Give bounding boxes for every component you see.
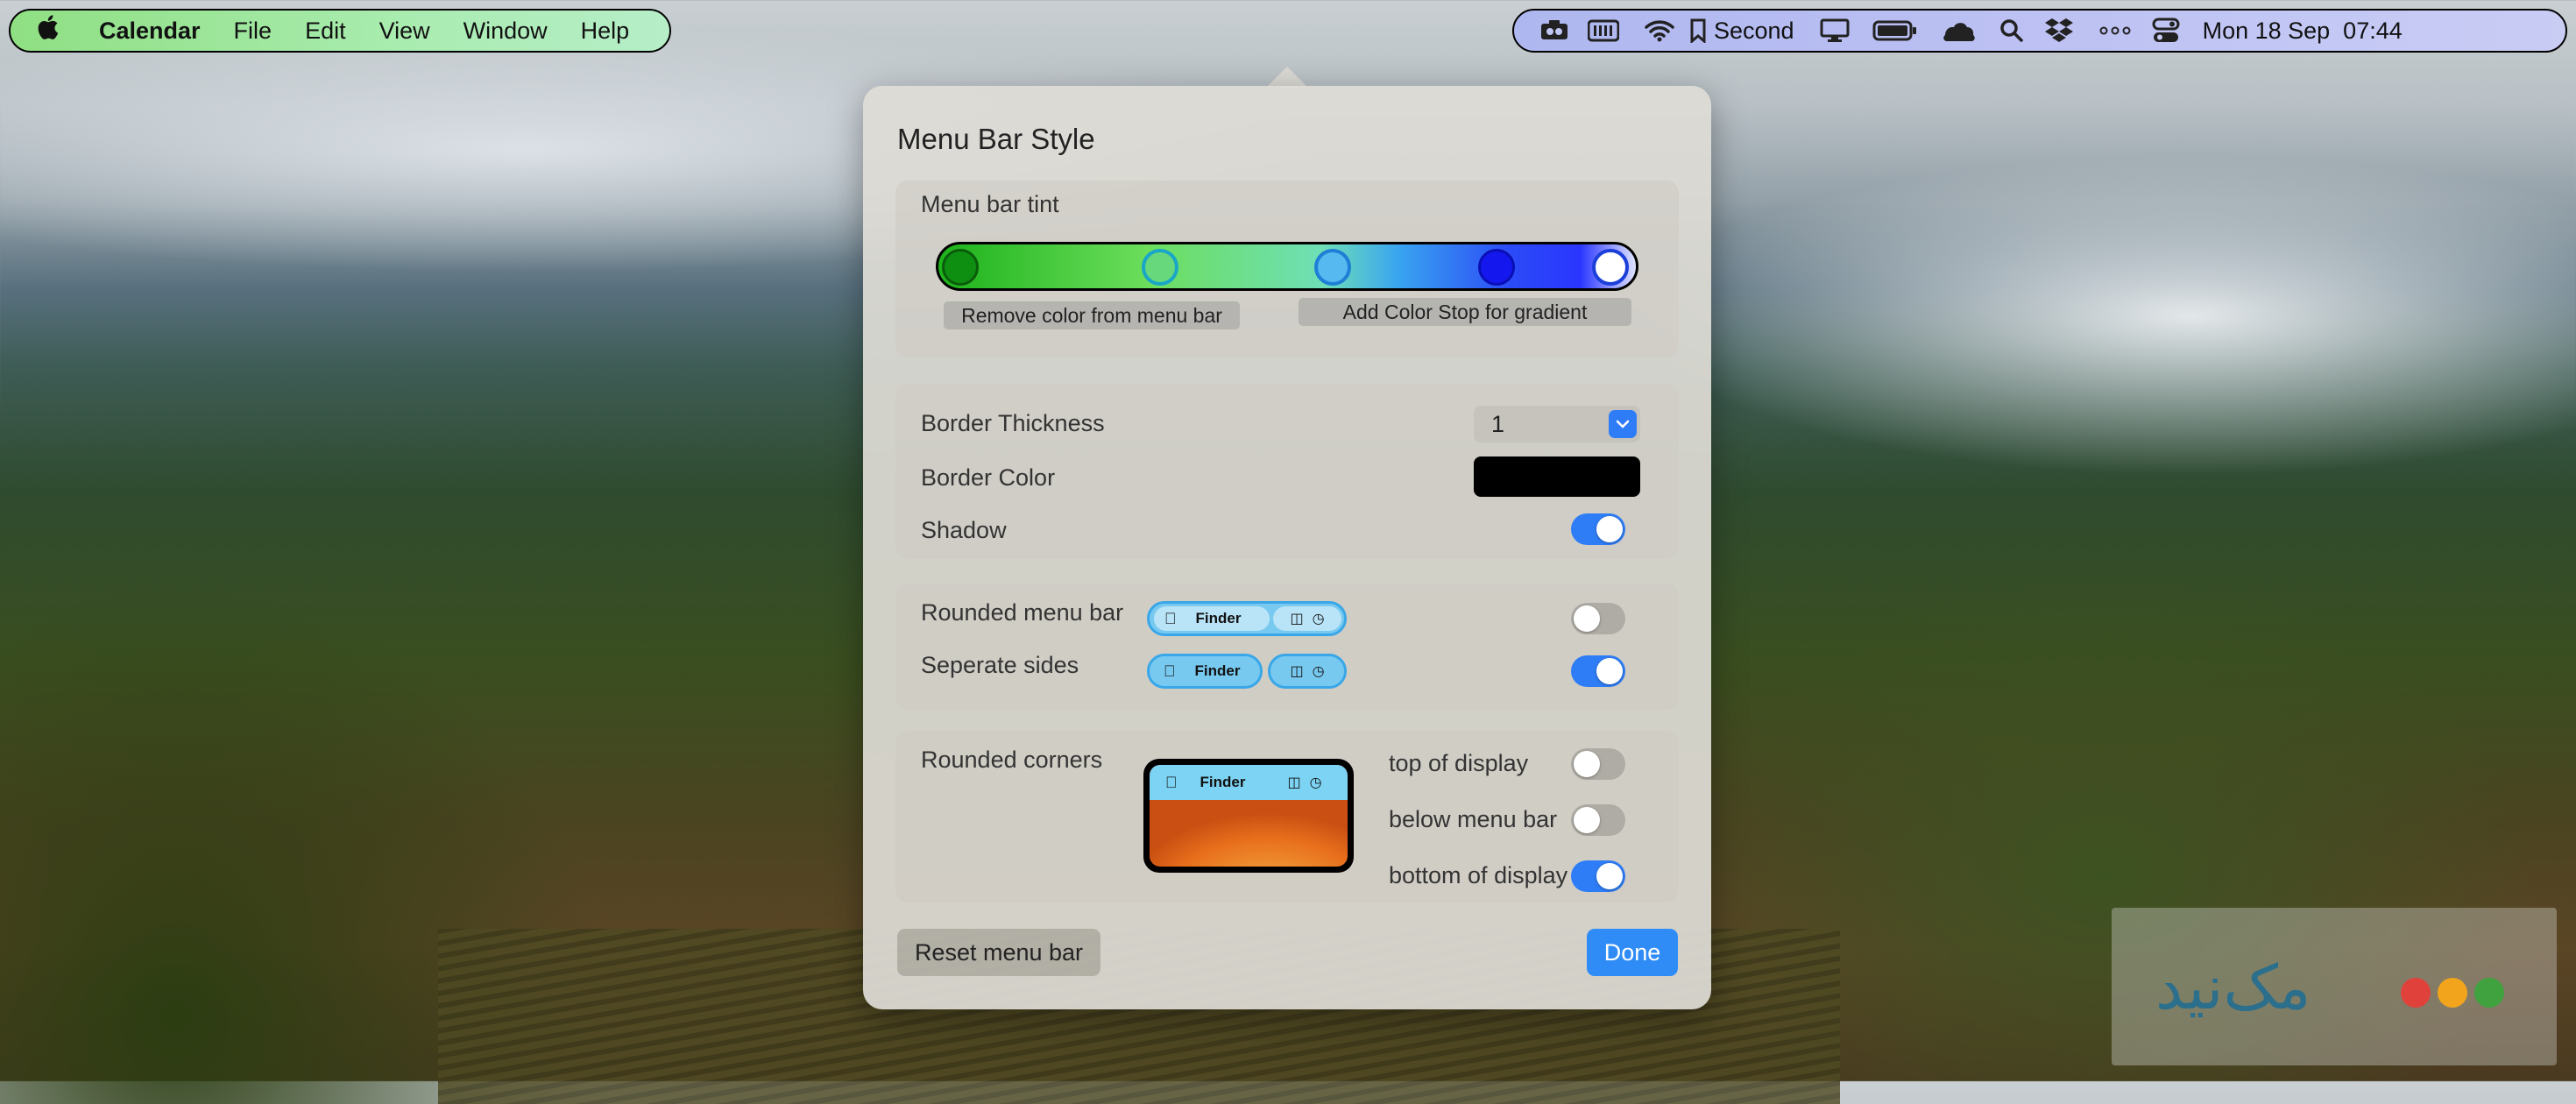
menu-bar-style-dialog: Menu Bar Style Menu bar tint Remove colo… <box>863 86 1711 1009</box>
shadow-label: Shadow <box>921 517 1007 543</box>
border-group: Border Thickness 1 Border Color Shadow <box>895 384 1679 559</box>
display-name-label[interactable]: Second <box>1714 18 1794 45</box>
color-stop-2[interactable] <box>1142 249 1178 286</box>
border-thickness-select[interactable]: 1 <box>1474 406 1640 442</box>
separate-preview-left:  Finder <box>1147 654 1263 689</box>
reset-menu-bar-button[interactable]: Reset menu bar <box>897 929 1100 976</box>
color-stop-5[interactable] <box>1592 249 1629 286</box>
cloud-icon[interactable] <box>1940 18 1978 43</box>
menu-file[interactable]: File <box>217 18 289 45</box>
separate-sides-label: Seperate sides <box>921 652 1079 678</box>
apple-icon[interactable] <box>37 13 63 48</box>
rounded-preview-app: Finder <box>1184 610 1242 626</box>
border-thickness-value: 1 <box>1491 410 1505 437</box>
shadow-toggle[interactable] <box>1571 513 1625 545</box>
keyboard-icon[interactable] <box>1586 19 1621 42</box>
bottom-of-display-toggle[interactable] <box>1571 860 1625 892</box>
tint-gradient-slider[interactable] <box>936 242 1638 291</box>
search-icon[interactable] <box>1998 18 2026 43</box>
top-of-display-toggle[interactable] <box>1571 748 1625 780</box>
below-menu-bar-label: below menu bar <box>1389 806 1558 832</box>
top-of-display-label: top of display <box>1389 750 1529 776</box>
menu-view[interactable]: View <box>363 18 447 45</box>
corners-group: Rounded corners  Finder ◫ ◷ top of disp… <box>895 731 1679 902</box>
clock-mini-icon: ◷ <box>1312 612 1325 626</box>
control-center-icon[interactable] <box>2150 18 2182 44</box>
menu-window[interactable]: Window <box>447 18 564 45</box>
toggle-mini-icon: ◫ <box>1290 612 1304 626</box>
display-icon[interactable] <box>1817 18 1852 43</box>
rounded-corners-label: Rounded corners <box>921 747 1103 773</box>
clock-mini-icon: ◷ <box>1312 664 1325 679</box>
more-icon[interactable] <box>2098 26 2133 35</box>
color-stop-1[interactable] <box>942 249 979 286</box>
tint-label: Menu bar tint <box>921 191 1059 217</box>
border-color-label: Border Color <box>921 464 1056 491</box>
remove-color-button[interactable]: Remove color from menu bar <box>944 301 1240 329</box>
below-menu-bar-toggle[interactable] <box>1571 804 1625 836</box>
add-color-stop-button[interactable]: Add Color Stop for gradient <box>1299 298 1631 326</box>
battery-icon[interactable] <box>1872 19 1919 42</box>
separate-preview-right: ◫ ◷ <box>1268 654 1347 689</box>
dropbox-icon[interactable] <box>2042 18 2077 44</box>
toggle-mini-icon: ◫ <box>1290 664 1304 679</box>
bookmark-icon[interactable] <box>1688 18 1709 43</box>
border-thickness-label: Border Thickness <box>921 410 1105 436</box>
menubar-left: Calendar File Edit View Window Help <box>9 9 671 53</box>
menubar-right: Second Mon 18 Sep 07:44 <box>1512 9 2567 53</box>
rounded-menu-bar-toggle[interactable] <box>1571 603 1625 634</box>
corners-preview:  Finder ◫ ◷ <box>1143 759 1354 873</box>
camera-icon[interactable] <box>1537 19 1572 42</box>
separate-sides-toggle[interactable] <box>1571 655 1625 687</box>
popover-arrow <box>1266 67 1308 88</box>
separate-preview-app: Finder <box>1183 662 1241 679</box>
wifi-icon[interactable] <box>1642 19 1677 42</box>
rounded-menu-bar-label: Rounded menu bar <box>921 599 1124 626</box>
corners-preview-app: Finder <box>1188 774 1246 790</box>
watermark-logo: مک‌نید <box>2155 952 2311 1023</box>
rounded-preview:  Finder ◫ ◷ <box>1147 601 1347 636</box>
clock-label[interactable]: Mon 18 Sep 07:44 <box>2203 18 2403 45</box>
dialog-title: Menu Bar Style <box>897 123 1095 155</box>
color-stop-4[interactable] <box>1478 249 1515 286</box>
border-color-well[interactable] <box>1474 456 1640 497</box>
bottom-of-display-label: bottom of display <box>1389 862 1568 888</box>
tint-group: Menu bar tint Remove color from menu bar… <box>895 180 1679 357</box>
chevron-down-icon[interactable] <box>1609 410 1637 438</box>
color-stop-3[interactable] <box>1314 249 1351 286</box>
menu-app-calendar[interactable]: Calendar <box>82 18 217 45</box>
shape-group: Rounded menu bar  Finder ◫ ◷ Seperate s… <box>895 584 1679 710</box>
done-button[interactable]: Done <box>1587 929 1678 976</box>
watermark: مک‌نید <box>2112 908 2557 1065</box>
menu-help[interactable]: Help <box>564 18 647 45</box>
menu-edit[interactable]: Edit <box>288 18 363 45</box>
